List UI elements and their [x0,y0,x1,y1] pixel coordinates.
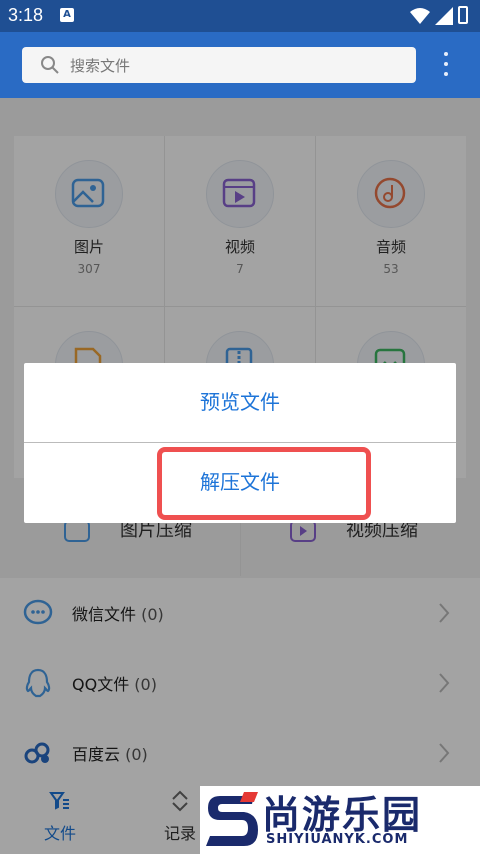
wifi-icon [410,8,430,24]
status-time: 3:18 [8,5,44,25]
watermark-url: SHIYIUANYK.COM [266,832,409,847]
search-icon [41,56,59,74]
notification-a-icon: A [60,8,74,22]
status-bar: 3:18 A [0,0,480,32]
app-header: 搜索文件 [0,32,480,98]
signal-icon [435,7,453,25]
search-bar[interactable]: 搜索文件 [22,47,416,83]
s-logo-icon [206,792,258,846]
preview-file-button[interactable]: 预览文件 [24,363,456,442]
watermark: 尚游乐园 SHIYIUANYK.COM [200,786,480,854]
highlight-box [157,447,371,520]
watermark-brand: 尚游乐园 [262,793,423,837]
search-placeholder: 搜索文件 [70,57,131,75]
more-menu-icon[interactable] [442,52,450,78]
battery-icon [458,6,468,24]
